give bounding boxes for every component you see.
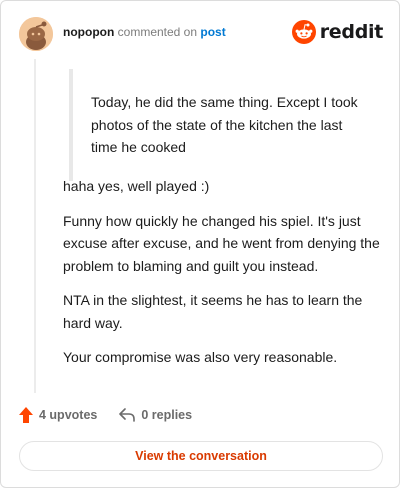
thread-line bbox=[34, 59, 36, 393]
reddit-wordmark: reddit bbox=[319, 21, 384, 43]
comment-paragraph: NTA in the slightest, it seems he has to… bbox=[63, 292, 363, 331]
action-text: commented on bbox=[117, 25, 198, 39]
comment-paragraph: Your compromise was also very reasonable… bbox=[63, 349, 338, 365]
quoted-text: Today, he did the same thing. Except I t… bbox=[69, 69, 369, 181]
username-link[interactable]: nopopon bbox=[63, 25, 114, 39]
reply-arrow-icon bbox=[119, 408, 136, 422]
reddit-logo-icon bbox=[291, 20, 316, 44]
view-conversation-button[interactable]: View the conversation bbox=[19, 441, 383, 471]
comment-header: nopopon commented on post reddit bbox=[19, 17, 383, 51]
embed-card: nopopon commented on post reddit Today, … bbox=[0, 0, 400, 488]
comment-paragraph: haha yes, well played :) bbox=[63, 178, 210, 194]
comment-body: haha yes, well played :) Funny how quick… bbox=[63, 175, 383, 381]
comment-meta: nopopon commented on post bbox=[63, 24, 226, 40]
comment-footer: 4 upvotes 0 replies bbox=[19, 405, 214, 425]
reply-count: 0 replies bbox=[141, 408, 193, 422]
user-avatar[interactable] bbox=[19, 17, 53, 51]
snoo-avatar-icon bbox=[19, 17, 53, 51]
upvote-arrow-icon bbox=[19, 407, 33, 423]
post-link[interactable]: post bbox=[200, 25, 225, 39]
comment-paragraph: Funny how quickly he changed his spiel. … bbox=[63, 212, 380, 274]
upvote-button[interactable]: 4 upvotes bbox=[19, 407, 97, 423]
upvote-count: 4 upvotes bbox=[39, 408, 98, 422]
reply-button[interactable]: 0 replies bbox=[119, 408, 192, 422]
reddit-brand[interactable]: reddit bbox=[291, 20, 384, 44]
